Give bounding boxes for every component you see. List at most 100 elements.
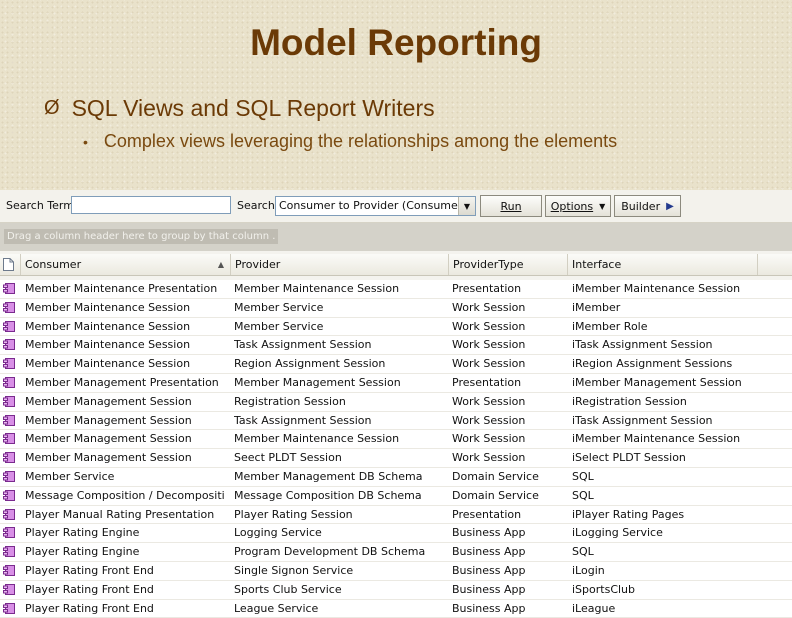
cell-provider-type: Presentation bbox=[452, 375, 522, 389]
table-row[interactable]: Member Management Session Task Assignment… bbox=[0, 411, 792, 431]
search-toolbar: Search Term: Search: Consumer to Provide… bbox=[0, 190, 792, 223]
bullet-level-1: Ø SQL Views and SQL Report Writers bbox=[44, 95, 435, 122]
cell-interface: iLogging Service bbox=[572, 526, 663, 540]
cell-provider-type: Work Session bbox=[452, 357, 526, 371]
bullet-level-2: • Complex views leveraging the relations… bbox=[83, 131, 617, 152]
grid-body: Member Maintenance Presentation Member Ma… bbox=[0, 280, 792, 618]
play-arrow-icon: ▶ bbox=[666, 200, 674, 212]
component-icon bbox=[3, 564, 15, 576]
component-icon bbox=[3, 508, 15, 520]
report-app: Search Term: Search: Consumer to Provide… bbox=[0, 190, 792, 618]
cell-interface: iPlayer Rating Pages bbox=[572, 507, 685, 521]
table-row[interactable]: Player Rating Front End Single Signon Ser… bbox=[0, 561, 792, 581]
sort-ascending-icon: ▲ bbox=[217, 260, 224, 269]
cell-consumer: Message Composition / Decomposition S... bbox=[25, 488, 225, 502]
cell-provider: Member Maintenance Session bbox=[234, 282, 400, 295]
cell-provider: Member Maintenance Session bbox=[234, 432, 400, 446]
table-row[interactable]: Member Management Session Seect PLDT Sess… bbox=[0, 449, 792, 468]
cell-consumer: Member Maintenance Session bbox=[25, 357, 191, 371]
table-row[interactable]: Member Management Session Member Maintena… bbox=[0, 430, 792, 450]
cell-consumer: Member Management Presentation bbox=[25, 375, 219, 389]
table-row[interactable]: Member Management Session Registration Se… bbox=[0, 392, 792, 412]
cell-interface: iLeague bbox=[572, 601, 616, 615]
cell-consumer: Player Rating Engine bbox=[25, 545, 140, 559]
column-header-interface[interactable]: Interface bbox=[568, 254, 758, 275]
table-row[interactable]: Player Rating Engine Program Development … bbox=[0, 543, 792, 562]
builder-button[interactable]: Builder ▶ bbox=[614, 195, 681, 217]
table-row[interactable]: Member Maintenance Session Member Service… bbox=[0, 317, 792, 337]
dot-bullet-icon: • bbox=[83, 133, 88, 150]
cell-provider-type: Business App bbox=[452, 563, 526, 577]
cell-interface: SQL bbox=[572, 469, 594, 483]
table-row[interactable]: Member Service Member Management DB Schem… bbox=[0, 467, 792, 487]
cell-provider: Member Service bbox=[234, 300, 324, 314]
table-row[interactable]: Member Maintenance Presentation Member Ma… bbox=[0, 280, 792, 299]
cell-consumer: Member Management Session bbox=[25, 451, 192, 465]
cell-provider: Region Assignment Session bbox=[234, 357, 386, 371]
table-row[interactable]: Player Rating Engine Logging Service Busin… bbox=[0, 524, 792, 544]
cell-consumer: Player Manual Rating Presentation bbox=[25, 507, 215, 521]
cell-provider: Member Management Session bbox=[234, 375, 401, 389]
table-row[interactable]: Player Rating Front End Sports Club Servi… bbox=[0, 580, 792, 600]
table-row[interactable]: Member Maintenance Session Member Service… bbox=[0, 298, 792, 318]
cell-consumer: Member Management Session bbox=[25, 394, 192, 408]
cell-consumer: Member Maintenance Presentation bbox=[25, 282, 218, 295]
component-icon bbox=[3, 546, 15, 558]
cell-provider: Member Service bbox=[234, 319, 324, 333]
cell-provider-type: Business App bbox=[452, 582, 526, 596]
cell-provider-type: Domain Service bbox=[452, 488, 539, 502]
cell-consumer: Player Rating Front End bbox=[25, 563, 154, 577]
cell-consumer: Member Management Session bbox=[25, 432, 192, 446]
builder-button-label: Builder bbox=[621, 199, 661, 213]
search-type-value: Consumer to Provider (Consumer) bbox=[279, 199, 467, 212]
cell-provider-type: Work Session bbox=[452, 319, 526, 333]
table-row[interactable]: Player Manual Rating Presentation Player … bbox=[0, 505, 792, 525]
cell-provider-type: Presentation bbox=[452, 507, 522, 521]
cell-provider: Seect PLDT Session bbox=[234, 451, 342, 465]
cell-interface: iSelect PLDT Session bbox=[572, 451, 686, 465]
cell-interface: iLogin bbox=[572, 563, 605, 577]
cell-provider: Sports Club Service bbox=[234, 582, 342, 596]
column-header-consumer[interactable]: Consumer ▲ bbox=[21, 254, 231, 275]
component-icon bbox=[3, 339, 15, 351]
cell-interface: iSportsClub bbox=[572, 582, 636, 596]
cell-provider: Message Composition DB Schema bbox=[234, 488, 422, 502]
run-button[interactable]: Run bbox=[480, 195, 542, 217]
cell-consumer: Player Rating Front End bbox=[25, 601, 154, 615]
component-icon bbox=[3, 414, 15, 426]
component-icon bbox=[3, 376, 15, 388]
cell-interface: iMember Maintenance Session bbox=[572, 282, 741, 295]
group-by-area[interactable]: Drag a column header here to group by th… bbox=[0, 223, 792, 251]
table-row[interactable]: Member Management Presentation Member Man… bbox=[0, 373, 792, 393]
cell-provider: Player Rating Session bbox=[234, 507, 353, 521]
table-row[interactable]: Message Composition / Decomposition S...… bbox=[0, 486, 792, 506]
cell-provider-type: Work Session bbox=[452, 413, 526, 427]
cell-interface: iMember Management Session bbox=[572, 375, 742, 389]
component-icon bbox=[3, 301, 15, 313]
search-term-input[interactable] bbox=[71, 196, 231, 214]
cell-provider-type: Work Session bbox=[452, 451, 526, 465]
column-header-provider[interactable]: Provider bbox=[231, 254, 449, 275]
search-type-select[interactable]: Consumer to Provider (Consumer) ▼ bbox=[275, 196, 476, 216]
table-row[interactable]: Member Maintenance Session Region Assignm… bbox=[0, 355, 792, 374]
cell-provider: Single Signon Service bbox=[234, 563, 354, 577]
grid-header: Consumer ▲ Provider ProviderType Interfa… bbox=[0, 254, 792, 276]
component-icon bbox=[3, 470, 15, 482]
cell-provider-type: Work Session bbox=[452, 338, 526, 352]
slide-title: Model Reporting bbox=[250, 22, 542, 63]
table-row[interactable]: Player Rating Front End League Service Bus… bbox=[0, 599, 792, 618]
chevron-down-icon: ▼ bbox=[599, 201, 606, 211]
row-selector-header[interactable] bbox=[0, 254, 21, 275]
options-button[interactable]: Options ▼ bbox=[545, 195, 611, 217]
cell-interface: iTask Assignment Session bbox=[572, 413, 713, 427]
bullet-level-2-text: Complex views leveraging the relationshi… bbox=[103, 131, 618, 151]
cell-provider-type: Domain Service bbox=[452, 469, 539, 483]
column-header-interface-label: Interface bbox=[572, 258, 622, 271]
table-row[interactable]: Member Maintenance Session Task Assignmen… bbox=[0, 336, 792, 356]
component-icon bbox=[3, 320, 15, 332]
column-header-providertype[interactable]: ProviderType bbox=[449, 254, 568, 275]
component-icon bbox=[3, 395, 15, 407]
cell-interface: iRegion Assignment Sessions bbox=[572, 357, 733, 371]
chevron-down-icon[interactable]: ▼ bbox=[458, 197, 475, 215]
cell-provider: Task Assignment Session bbox=[234, 413, 372, 427]
